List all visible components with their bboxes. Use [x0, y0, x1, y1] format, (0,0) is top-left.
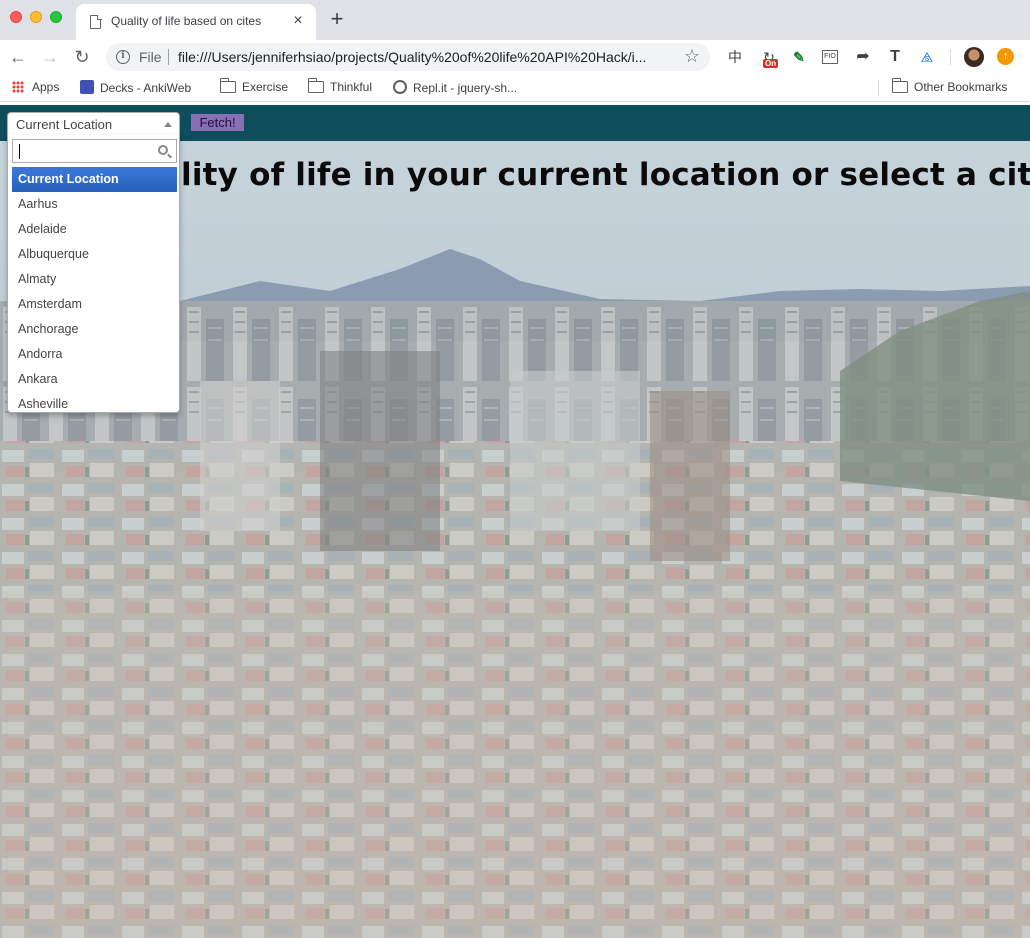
new-tab-button[interactable]: + — [326, 8, 348, 30]
fetch-button[interactable]: Fetch! — [191, 114, 244, 131]
option-albuquerque[interactable]: Albuquerque — [12, 242, 177, 267]
bookmark-thinkful[interactable]: Thinkful — [307, 78, 373, 94]
minimize-window-button[interactable] — [30, 11, 42, 23]
address-divider — [168, 49, 169, 65]
tab-strip: Quality of life based on cites × + — [0, 0, 1030, 40]
bookmark-other[interactable]: Other Bookmarks — [891, 78, 1008, 94]
folder-icon — [891, 78, 908, 93]
tab-title: Quality of life based on cites — [111, 14, 262, 28]
apps-icon — [12, 81, 24, 93]
bookmarks-divider — [878, 80, 879, 96]
repl-icon — [393, 80, 407, 94]
active-tab[interactable]: Quality of life based on cites × — [76, 4, 316, 40]
option-anchorage[interactable]: Anchorage — [12, 317, 177, 342]
search-icon — [158, 145, 168, 155]
bookmark-label: Repl.it - jquery-sh... — [413, 81, 518, 95]
city-search-input[interactable] — [12, 139, 177, 163]
bookmark-ankiweb[interactable]: Decks - AnkiWeb — [80, 80, 191, 95]
city-select[interactable]: Current Location — [7, 112, 180, 136]
bookmark-star-icon[interactable]: ☆ — [684, 46, 700, 67]
folder-icon — [307, 78, 324, 93]
page-heading: lity of life in your current location or… — [181, 157, 1030, 193]
option-almaty[interactable]: Almaty — [12, 267, 177, 292]
option-aarhus[interactable]: Aarhus — [12, 192, 177, 217]
maximize-window-button[interactable] — [50, 11, 62, 23]
bookmark-replit[interactable]: Repl.it - jquery-sh... — [393, 80, 517, 95]
document-icon — [90, 14, 102, 29]
city-dropdown: Current Location Aarhus Adelaide Albuque… — [7, 135, 180, 413]
tab-close-button[interactable]: × — [288, 11, 308, 31]
bookmark-label: Apps — [32, 80, 60, 94]
toolbar-divider — [950, 49, 951, 65]
browser-toolbar: ← → ↻ i File file:///Users/jenniferhsiao… — [0, 40, 1030, 74]
bookmark-label: Other Bookmarks — [914, 80, 1008, 94]
fio-extension-icon[interactable]: FIO — [822, 50, 838, 64]
reload-button[interactable]: ↻ — [70, 45, 94, 69]
forward-button[interactable]: → — [38, 45, 62, 69]
close-window-button[interactable] — [10, 11, 22, 23]
bookmark-apps[interactable]: Apps — [12, 80, 59, 94]
bookmark-label: Decks - AnkiWeb — [100, 81, 192, 95]
option-adelaide[interactable]: Adelaide — [12, 217, 177, 242]
text-cursor — [19, 144, 20, 159]
option-asheville[interactable]: Asheville — [12, 392, 177, 412]
url-scheme-label: File — [139, 49, 162, 65]
green-extension-icon[interactable]: ✎ — [790, 48, 808, 66]
text-extension-icon[interactable]: T — [886, 48, 904, 66]
bookmark-label: Exercise — [242, 80, 289, 94]
address-bar[interactable]: i File file:///Users/jenniferhsiao/proje… — [106, 43, 710, 71]
option-andorra[interactable]: Andorra — [12, 342, 177, 367]
update-icon[interactable]: ↑ — [997, 48, 1014, 65]
chevron-up-icon[interactable] — [164, 122, 172, 127]
page-content: Fetch! lity of life in your current loca… — [0, 105, 1030, 938]
profile-avatar[interactable] — [964, 47, 984, 67]
drive-extension-icon[interactable]: ⧌ — [918, 48, 936, 66]
anki-icon — [80, 80, 94, 94]
select-current-value: Current Location — [16, 117, 113, 132]
share-arrow-icon[interactable]: ➦ — [854, 48, 872, 66]
option-current-location[interactable]: Current Location — [12, 167, 177, 192]
info-icon[interactable]: i — [116, 50, 130, 64]
option-amsterdam[interactable]: Amsterdam — [12, 292, 177, 317]
url-text[interactable]: file:///Users/jenniferhsiao/projects/Qua… — [178, 49, 668, 65]
option-ankara[interactable]: Ankara — [12, 367, 177, 392]
folder-icon — [219, 78, 236, 93]
city-options-list: Current Location Aarhus Adelaide Albuque… — [12, 167, 177, 412]
toggle-extension-icon[interactable]: ↻ On — [760, 48, 779, 68]
bookmark-label: Thinkful — [330, 80, 373, 94]
bookmarks-bar: Apps Decks - AnkiWeb Exercise Thinkful R… — [0, 74, 1030, 102]
bookmark-exercise[interactable]: Exercise — [219, 78, 289, 94]
translate-extension-icon[interactable]: 中 — [726, 48, 744, 66]
on-badge: On — [763, 59, 779, 68]
back-button[interactable]: ← — [6, 45, 30, 69]
